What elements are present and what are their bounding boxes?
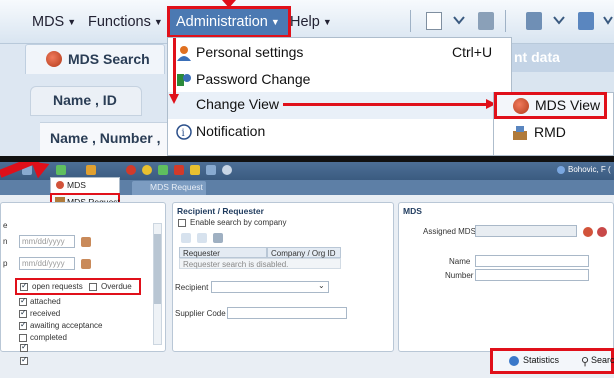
new-document-icon[interactable] [426, 12, 442, 30]
mds-logo-icon[interactable] [583, 227, 593, 237]
highlight-arrow-line [173, 38, 176, 96]
status-received-checkbox[interactable] [19, 308, 27, 318]
status-completed-checkbox[interactable] [19, 334, 27, 342]
tab-name-number[interactable]: Name , Number , [40, 122, 172, 156]
name-field[interactable] [475, 255, 589, 267]
menu-item-mds[interactable]: MDS [67, 180, 86, 190]
number-field[interactable] [475, 269, 589, 281]
remove-icon[interactable] [597, 227, 607, 237]
remove-icon[interactable] [197, 233, 207, 243]
menu-mds[interactable]: MDS ▼ [32, 14, 76, 30]
menu-administration[interactable]: Administration ▼ [167, 6, 291, 38]
chevron-down-icon[interactable] [602, 14, 614, 26]
highlight-arrow-line [283, 103, 491, 106]
date-to-field[interactable]: mm/dd/yyyy [19, 257, 75, 270]
save-icon[interactable] [213, 233, 223, 243]
search-tabs-area: MDS Search Name , ID Name , Number , [0, 44, 172, 156]
chevron-down-icon: ▼ [270, 17, 280, 27]
user-icon [557, 166, 565, 174]
tab-mds-request[interactable]: MDS Request [132, 181, 206, 195]
chevron-down-icon: ▼ [322, 17, 332, 27]
menu-item-mds-view[interactable]: MDS View [494, 92, 607, 119]
col-requester[interactable]: Requester [179, 247, 267, 258]
save-icon[interactable] [478, 12, 494, 30]
assigned-mds-field[interactable] [475, 225, 577, 237]
highlight-arrow-icon [169, 94, 179, 104]
top-screenshot: MDS ▼ Functions ▼ Help ▼ Administration ▼ MD… [0, 0, 614, 156]
recipient-requester-pane: Recipient / Requester Enable search by c… [172, 202, 394, 352]
pane-title: MDS [403, 206, 422, 216]
calendar-icon[interactable] [81, 237, 91, 247]
menu-item-personal-settings[interactable]: Personal settings Ctrl+U [168, 40, 511, 67]
overdue-checkbox[interactable] [89, 283, 97, 291]
recipient-select[interactable]: ⌄ [211, 281, 329, 293]
menu-functions[interactable]: Functions ▼ [88, 14, 163, 30]
warning-icon[interactable] [142, 165, 152, 175]
status-attached-checkbox[interactable] [19, 296, 27, 306]
statistics-button[interactable]: Statistics [523, 355, 559, 365]
key-user-icon [176, 72, 192, 88]
mds-pane: MDS Assigned MDS Name Number [398, 202, 614, 352]
statistics-icon [509, 356, 519, 366]
edit-icon[interactable] [86, 165, 96, 175]
administration-dropdown: Personal settings Ctrl+U Password Change… [167, 37, 512, 156]
tab-mds-search[interactable]: MDS Search [25, 44, 165, 74]
col-company[interactable]: Company / Org ID [267, 247, 341, 258]
open-requests-checkbox[interactable] [20, 342, 28, 352]
search-icon: ⚲ [581, 356, 590, 368]
info-icon: i [176, 124, 192, 140]
mds-logo-icon[interactable] [174, 165, 184, 175]
bottom-screenshot: Bohovic, F ( MDS Request MDS MDS Request… [0, 162, 614, 378]
attach-icon[interactable] [526, 12, 542, 30]
info-icon[interactable] [206, 165, 216, 175]
scrollbar[interactable] [153, 223, 162, 345]
export-icon[interactable] [578, 12, 594, 30]
chevron-down-icon: ▼ [67, 17, 77, 27]
person-icon [176, 45, 192, 61]
scroll-thumb[interactable] [154, 234, 161, 304]
rmd-icon [512, 125, 528, 141]
folder-icon[interactable] [190, 165, 200, 175]
enable-search-checkbox[interactable] [178, 219, 186, 227]
table-row: Requester search is disabled. [179, 258, 341, 269]
pane-title: Recipient / Requester [177, 206, 264, 216]
check-icon[interactable] [158, 165, 168, 175]
user-name: Bohovic, F ( [568, 165, 611, 174]
mds-logo-icon [513, 98, 529, 114]
menu-item-rmd[interactable]: RMD [494, 121, 612, 147]
open-requests-checkbox[interactable] [20, 281, 28, 291]
open-requests-filter: open requests Overdue [15, 278, 141, 295]
chevron-down-icon[interactable] [452, 14, 466, 26]
add-icon[interactable] [181, 233, 191, 243]
chevron-down-icon[interactable] [552, 14, 566, 26]
mds-logo-icon [56, 181, 64, 189]
mds-logo-icon [46, 51, 62, 67]
toolbar-separator [410, 10, 411, 32]
menu-item-password-change[interactable]: Password Change [168, 67, 511, 94]
add-icon[interactable] [56, 165, 66, 175]
calendar-icon[interactable] [81, 259, 91, 269]
supplier-code-field[interactable] [227, 307, 347, 319]
tab-name-id[interactable]: Name , ID [30, 86, 142, 116]
status-awaiting-checkbox[interactable] [19, 320, 27, 330]
gear-icon[interactable] [222, 165, 232, 175]
chevron-down-icon: ⌄ [318, 281, 325, 290]
status-attached-checkbox[interactable] [20, 355, 28, 365]
action-bar: Statistics ⚲ Search [490, 348, 614, 374]
stop-icon[interactable] [126, 165, 136, 175]
chevron-down-icon: ▼ [153, 17, 163, 27]
svg-text:i: i [182, 128, 185, 139]
menu-help[interactable]: Help ▼ [290, 14, 332, 30]
tab-print-data[interactable]: nt data [512, 44, 614, 72]
date-from-field[interactable]: mm/dd/yyyy [19, 235, 75, 248]
menu-item-notification[interactable]: i Notification [168, 119, 511, 146]
search-button[interactable]: Search [591, 355, 614, 365]
toolbar-separator [505, 10, 506, 32]
